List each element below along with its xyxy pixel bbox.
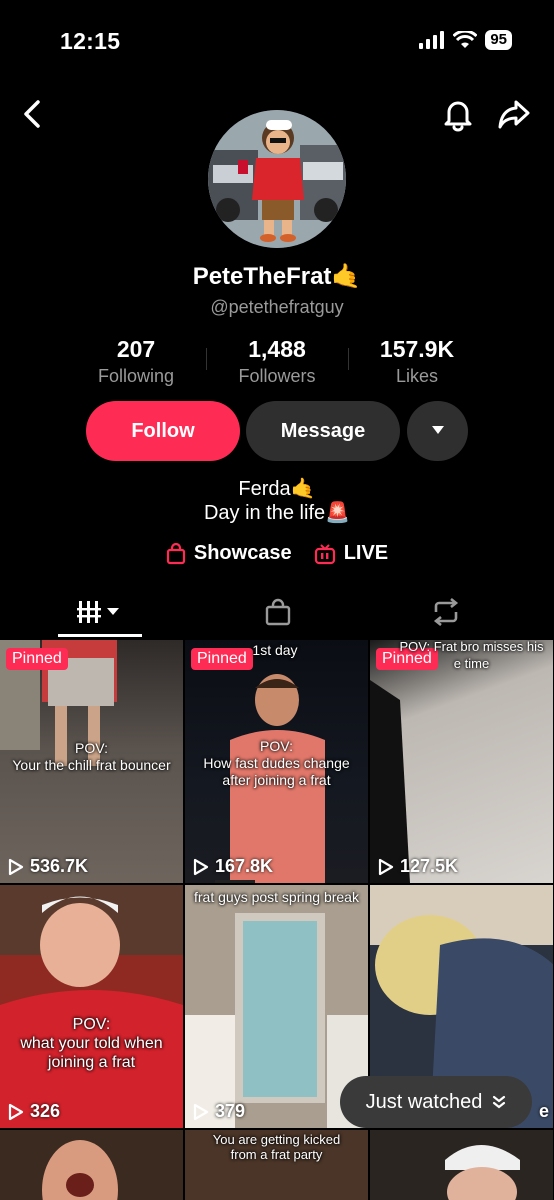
message-button[interactable]: Message <box>246 401 400 461</box>
video-caption: POV: How fast dudes change after joining… <box>203 738 350 788</box>
video-thumbnail[interactable]: Pinned POV: Your the chill frat bouncer … <box>0 640 183 883</box>
play-icon <box>8 858 24 875</box>
tab-reposts[interactable] <box>404 586 488 638</box>
shopping-bag-icon <box>265 598 291 626</box>
video-thumbnail[interactable] <box>0 1130 183 1200</box>
view-count-value: 379 <box>215 1101 246 1121</box>
caret-down-icon <box>431 425 444 434</box>
view-count-value: e <box>538 1101 549 1121</box>
video-top-caption: frat guys post spring break <box>194 889 359 905</box>
profile-username: PeteTheFrat🤙 <box>192 263 362 290</box>
stat-value: 207 <box>116 336 156 362</box>
stat-value: 157.9K <box>379 336 455 362</box>
active-tab-indicator <box>58 634 142 637</box>
follow-button[interactable]: Follow <box>86 401 240 461</box>
tab-shop[interactable] <box>236 586 320 638</box>
video-thumbnail[interactable]: You are getting kicked from a frat party <box>185 1130 368 1200</box>
video-top-caption: 1st day <box>252 642 298 658</box>
view-count-value: 167.8K <box>215 856 274 876</box>
view-count-value: 326 <box>30 1101 61 1121</box>
shopping-bag-icon <box>166 542 185 564</box>
stat-likes[interactable]: 157.9K Likes <box>342 336 492 387</box>
live-label: LIVE <box>343 542 389 564</box>
thumbnail-scene <box>185 885 368 1128</box>
status-time: 12:15 <box>60 28 121 54</box>
video-top-caption: You are getting kicked from a frat party <box>212 1132 341 1162</box>
video-caption: POV: Your the chill frat bouncer <box>12 740 171 773</box>
chevron-double-down-icon <box>493 1095 506 1109</box>
videos-grid-icon <box>77 601 119 623</box>
live-tv-icon <box>314 543 335 564</box>
cellular-signal-icon <box>419 31 445 49</box>
play-icon <box>193 1103 209 1120</box>
video-thumbnail[interactable] <box>370 1130 553 1200</box>
stat-followers[interactable]: 1,488 Followers <box>202 336 352 387</box>
play-icon <box>193 858 209 875</box>
view-count: 326 <box>8 1101 60 1122</box>
pinned-badge: Pinned <box>191 648 253 670</box>
view-count: 536.7K <box>8 856 88 877</box>
view-count-value: 127.5K <box>400 856 459 876</box>
stat-label: Following <box>97 366 175 386</box>
thumbnail-scene <box>445 1145 520 1200</box>
avatar-illustration <box>208 110 346 248</box>
back-icon[interactable] <box>18 98 50 130</box>
repost-icon <box>433 598 459 626</box>
view-count: e <box>539 1101 549 1122</box>
thumbnail-scene <box>0 885 183 1128</box>
share-icon[interactable] <box>496 96 532 132</box>
avatar[interactable] <box>208 110 346 248</box>
thumbnail-scene <box>370 680 410 883</box>
just-watched-label: Just watched <box>365 1090 483 1113</box>
stat-label: Likes <box>395 366 439 386</box>
bio-line: Ferda🤙 <box>238 478 316 500</box>
pinned-badge: Pinned <box>6 648 68 670</box>
status-icons: 95 <box>419 30 512 50</box>
video-caption: POV: what your told when joining a frat <box>20 1016 163 1071</box>
more-options-button[interactable] <box>407 401 468 461</box>
profile-handle: @petethefratguy <box>210 297 344 317</box>
content-tabs <box>0 586 554 638</box>
thumbnail-scene <box>42 1140 118 1200</box>
view-count: 127.5K <box>378 856 458 877</box>
live-link[interactable]: LIVE <box>314 542 388 565</box>
video-thumbnail[interactable]: frat guys post spring break 379 <box>185 885 368 1128</box>
status-bar: 12:15 95 <box>0 0 554 84</box>
stat-value: 1,488 <box>248 336 306 362</box>
view-count-value: 536.7K <box>30 856 89 876</box>
bio-line: Day in the life🚨 <box>203 502 351 524</box>
tab-videos[interactable] <box>58 586 142 638</box>
video-top-caption: POV: Frat bro misses his e time <box>399 640 544 671</box>
video-thumbnail[interactable]: POV: what your told when joining a frat … <box>0 885 183 1128</box>
view-count: 379 <box>193 1101 245 1122</box>
profile-links: Showcase LIVE <box>0 542 554 565</box>
view-count: 167.8K <box>193 856 273 877</box>
play-icon <box>8 1103 24 1120</box>
showcase-label: Showcase <box>193 542 292 564</box>
showcase-link[interactable]: Showcase <box>166 542 292 565</box>
just-watched-button[interactable]: Just watched <box>340 1076 532 1128</box>
bell-icon[interactable] <box>440 96 476 132</box>
stat-label: Followers <box>238 366 316 386</box>
video-thumbnail[interactable]: Pinned POV: Frat bro misses his e time 1… <box>370 640 553 883</box>
wifi-icon <box>453 31 478 48</box>
battery-level: 95 <box>485 30 512 50</box>
stat-following[interactable]: 207 Following <box>61 336 211 387</box>
video-thumbnail[interactable]: Pinned 1st day POV: How fast dudes chang… <box>185 640 368 883</box>
play-icon <box>378 858 394 875</box>
